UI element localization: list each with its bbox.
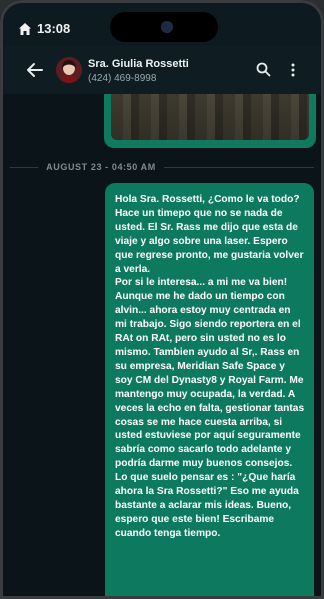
dynamic-island — [110, 12, 218, 42]
search-icon[interactable] — [256, 62, 271, 77]
status-time: 13:08 — [37, 21, 71, 36]
status-bar: 13:08 — [0, 0, 324, 46]
phone-screen: 13:08 Sra. Giulia Rossetti (424) 469-899… — [0, 0, 324, 599]
outgoing-message-bubble[interactable]: Hola Sra. Rossetti, ¿Como le va todo? Ha… — [105, 183, 314, 599]
home-icon — [19, 23, 31, 35]
more-options-icon[interactable] — [288, 62, 298, 78]
camera-icon — [162, 22, 172, 32]
image-message-bubble[interactable] — [104, 94, 316, 148]
date-divider-label: AUGUST 23 - 04:50 AM — [46, 162, 156, 172]
message-text: Hola Sra. Rossetti, ¿Como le va todo? Ha… — [115, 194, 305, 539]
contact-name[interactable]: Sra. Giulia Rossetti — [88, 58, 189, 70]
contact-phone: (424) 469-8998 — [88, 73, 157, 84]
image-attachment[interactable] — [111, 94, 309, 140]
chat-area[interactable]: AUGUST 23 - 04:50 AM Hola Sra. Rossetti,… — [0, 94, 324, 599]
chat-header: Sra. Giulia Rossetti (424) 469-8998 — [0, 46, 324, 94]
avatar-image — [56, 57, 82, 83]
contact-avatar[interactable] — [56, 57, 82, 83]
date-divider: AUGUST 23 - 04:50 AM — [0, 160, 324, 174]
back-arrow-icon[interactable] — [26, 62, 44, 78]
